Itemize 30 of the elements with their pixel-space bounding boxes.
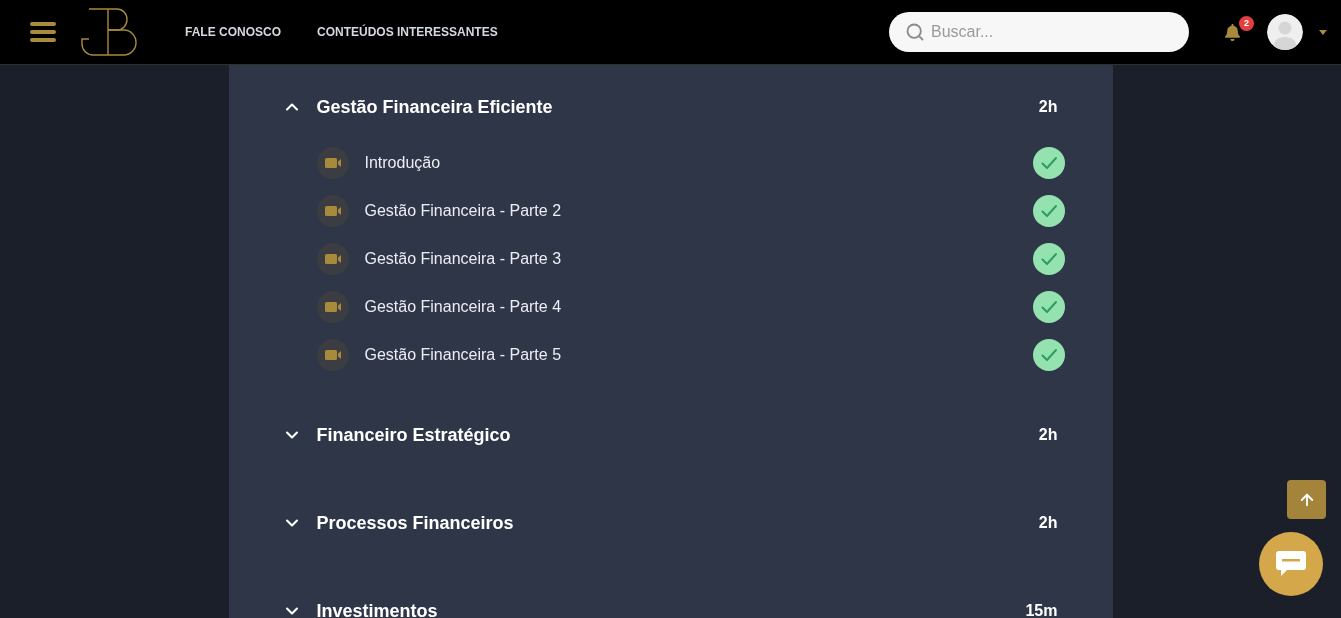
caret-down-icon[interactable]: [1319, 29, 1327, 35]
module-duration: 2h: [1038, 513, 1058, 533]
module-title[interactable]: Investimentos: [316, 597, 438, 618]
scroll-to-top-button[interactable]: [1287, 480, 1326, 519]
lesson-title[interactable]: Introdução: [364, 151, 441, 175]
nav-link[interactable]: CONTEÚDOS INTERESSANTES: [317, 23, 498, 41]
lesson-title[interactable]: Gestão Financeira - Parte 5: [364, 343, 562, 367]
video-camera-icon: [316, 195, 349, 227]
menu-icon[interactable]: [30, 21, 56, 43]
module-title[interactable]: Processos Financeiros: [316, 509, 514, 537]
bell-icon[interactable]: [1223, 23, 1241, 41]
module-title[interactable]: Gestão Financeira Eficiente: [316, 93, 553, 121]
nav-link[interactable]: FALE CONOSCO: [185, 23, 281, 41]
search-icon: [905, 22, 925, 42]
avatar-icon[interactable]: [1267, 14, 1303, 50]
module-duration: 2h: [1038, 425, 1058, 445]
notification-badge: 2: [1239, 16, 1254, 31]
video-camera-icon: [316, 147, 349, 179]
module-title[interactable]: Financeiro Estratégico: [316, 421, 511, 449]
module-duration: 15m: [1025, 601, 1058, 618]
monogram-logo-icon[interactable]: [80, 8, 137, 56]
lesson-title[interactable]: Gestão Financeira - Parte 4: [364, 295, 562, 319]
video-camera-icon: [316, 339, 349, 371]
module-duration: 2h: [1038, 97, 1058, 117]
lesson-title[interactable]: Gestão Financeira - Parte 3: [364, 247, 562, 271]
lesson-title[interactable]: Gestão Financeira - Parte 2: [364, 199, 562, 223]
chat-bubble-icon: [1276, 551, 1306, 577]
search-field[interactable]: Buscar...: [889, 12, 1189, 52]
video-camera-icon: [316, 291, 349, 323]
video-camera-icon: [316, 243, 349, 275]
